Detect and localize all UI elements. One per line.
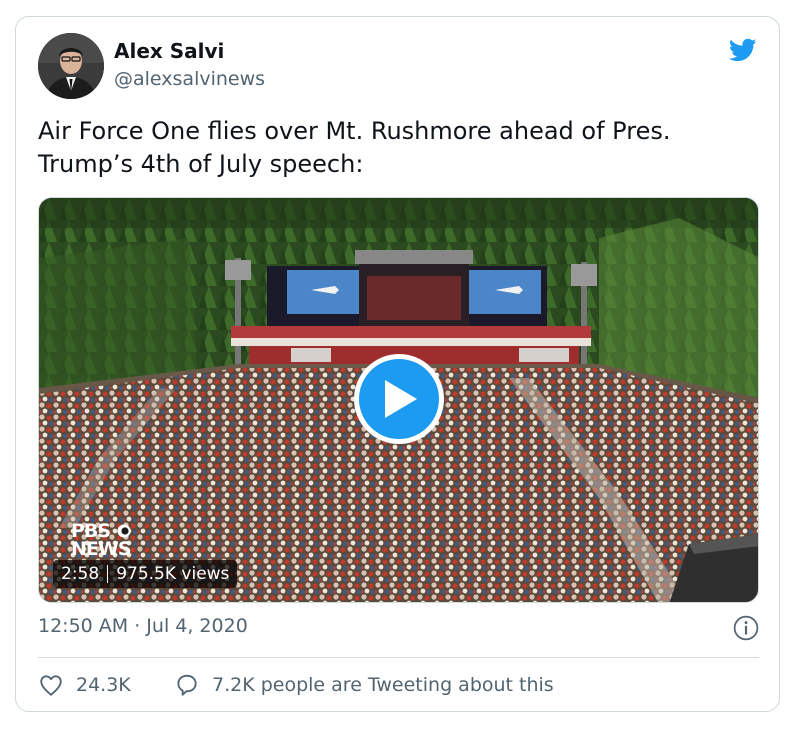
tweeting-about-link[interactable]: 7.2K people are Tweeting about this bbox=[174, 672, 554, 698]
tweet-text: Air Force One flies over Mt. Rushmore ah… bbox=[38, 117, 671, 178]
video-duration: 2:58 bbox=[61, 564, 100, 584]
twitter-bird-icon[interactable] bbox=[727, 36, 759, 64]
video-player[interactable]: PBS NEWS 2:58 975.5K views bbox=[38, 197, 759, 603]
like-count: 24.3K bbox=[76, 674, 131, 696]
avatar[interactable] bbox=[38, 33, 104, 99]
author-handle[interactable]: @alexsalvinews bbox=[114, 68, 265, 90]
divider bbox=[38, 657, 759, 658]
play-button[interactable] bbox=[354, 354, 444, 444]
info-icon[interactable] bbox=[733, 615, 759, 641]
pbs-news-logo: PBS NEWS bbox=[71, 520, 151, 560]
video-views: 975.5K views bbox=[116, 564, 230, 584]
tweet-card: Alex Salvi @alexsalvinews Air Force One … bbox=[15, 16, 780, 712]
tweeting-text: 7.2K people are Tweeting about this bbox=[212, 674, 554, 696]
author-display-name[interactable]: Alex Salvi bbox=[114, 39, 224, 63]
play-icon bbox=[385, 380, 417, 418]
video-stats-badge: 2:58 975.5K views bbox=[53, 560, 238, 588]
logo-line-news: NEWS bbox=[71, 538, 132, 560]
speech-bubble-icon[interactable] bbox=[174, 672, 200, 698]
heart-icon[interactable] bbox=[38, 672, 64, 698]
stats-separator bbox=[107, 565, 109, 583]
pbs-head-icon bbox=[117, 524, 131, 538]
tweet-timestamp[interactable]: 12:50 AM · Jul 4, 2020 bbox=[38, 615, 248, 637]
like-button[interactable]: 24.3K bbox=[38, 672, 131, 698]
avatar-image bbox=[38, 33, 104, 99]
